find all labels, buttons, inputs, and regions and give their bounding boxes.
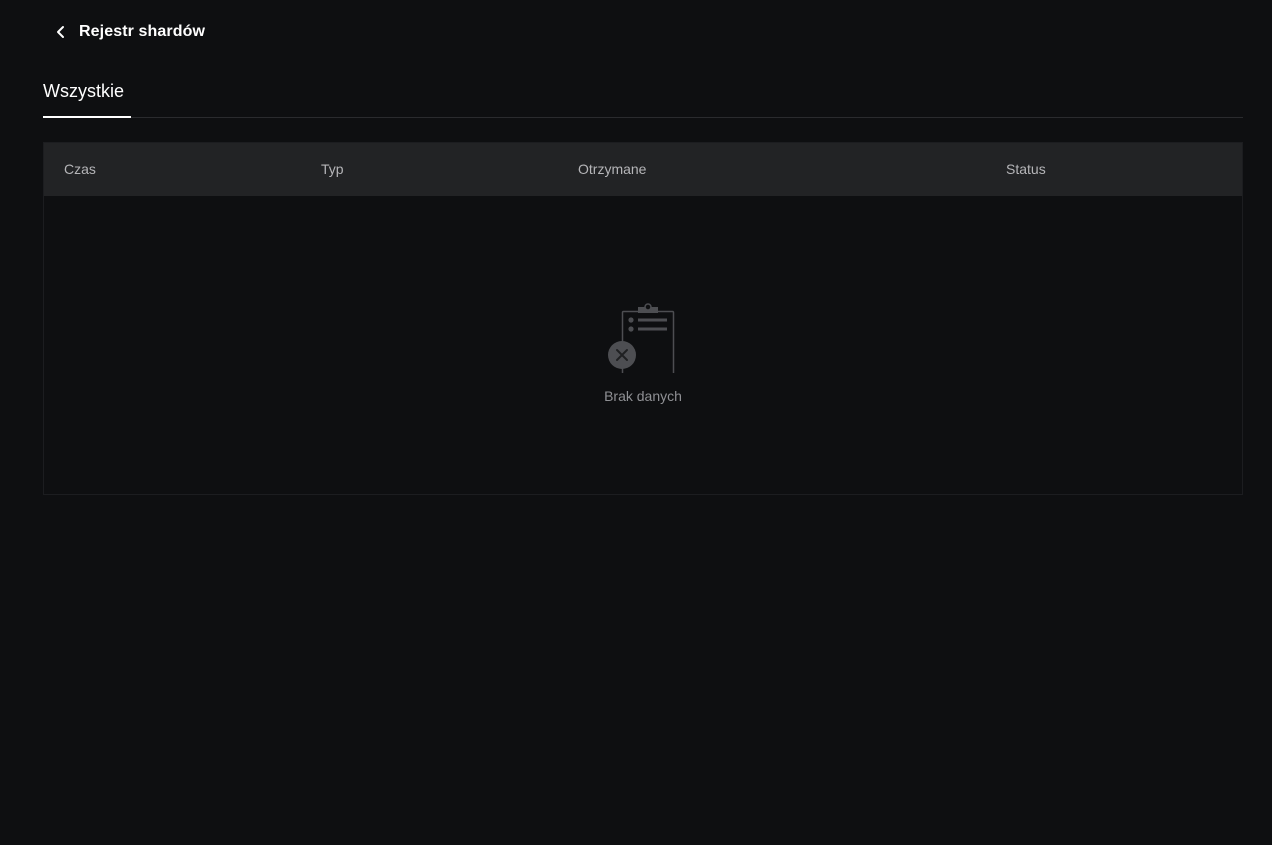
page-title: Rejestr shardów bbox=[79, 23, 205, 40]
empty-state-text: Brak danych bbox=[604, 388, 682, 404]
tab-all[interactable]: Wszystkie bbox=[43, 78, 124, 118]
table-header: Czas Typ Otrzymane Status bbox=[44, 143, 1242, 196]
chevron-left-icon[interactable] bbox=[51, 22, 71, 42]
column-header-received[interactable]: Otrzymane bbox=[578, 143, 646, 196]
clipboard-empty-icon bbox=[607, 303, 677, 378]
back-link[interactable]: Rejestr shardów bbox=[51, 18, 205, 46]
tab-bar: Wszystkie bbox=[43, 78, 1243, 118]
column-header-status[interactable]: Status bbox=[1006, 143, 1046, 196]
empty-state: Brak danych bbox=[44, 196, 1242, 495]
column-header-type[interactable]: Typ bbox=[321, 143, 344, 196]
page: Rejestr shardów Wszystkie Czas Typ Otrzy… bbox=[0, 0, 1272, 845]
active-tab-indicator bbox=[43, 116, 131, 118]
column-header-time[interactable]: Czas bbox=[64, 143, 96, 196]
shards-table: Czas Typ Otrzymane Status Brak danych bbox=[43, 142, 1243, 495]
